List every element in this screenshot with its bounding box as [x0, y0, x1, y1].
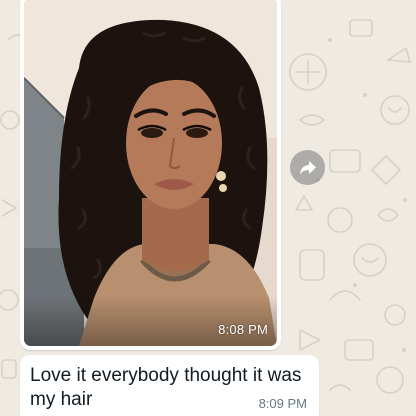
image-message-bubble[interactable]: 8:08 PM: [20, 0, 281, 350]
forward-arrow-icon: [299, 160, 316, 175]
text-message-bubble[interactable]: Love it everybody thought it was my hair…: [20, 355, 319, 416]
photo-gradient: [24, 296, 277, 346]
forward-button[interactable]: [290, 150, 325, 185]
text-message-timestamp: 8:09 PM: [258, 396, 307, 411]
image-message-timestamp: 8:08 PM: [218, 322, 268, 337]
selfie-photo[interactable]: 8:08 PM: [24, 0, 277, 346]
